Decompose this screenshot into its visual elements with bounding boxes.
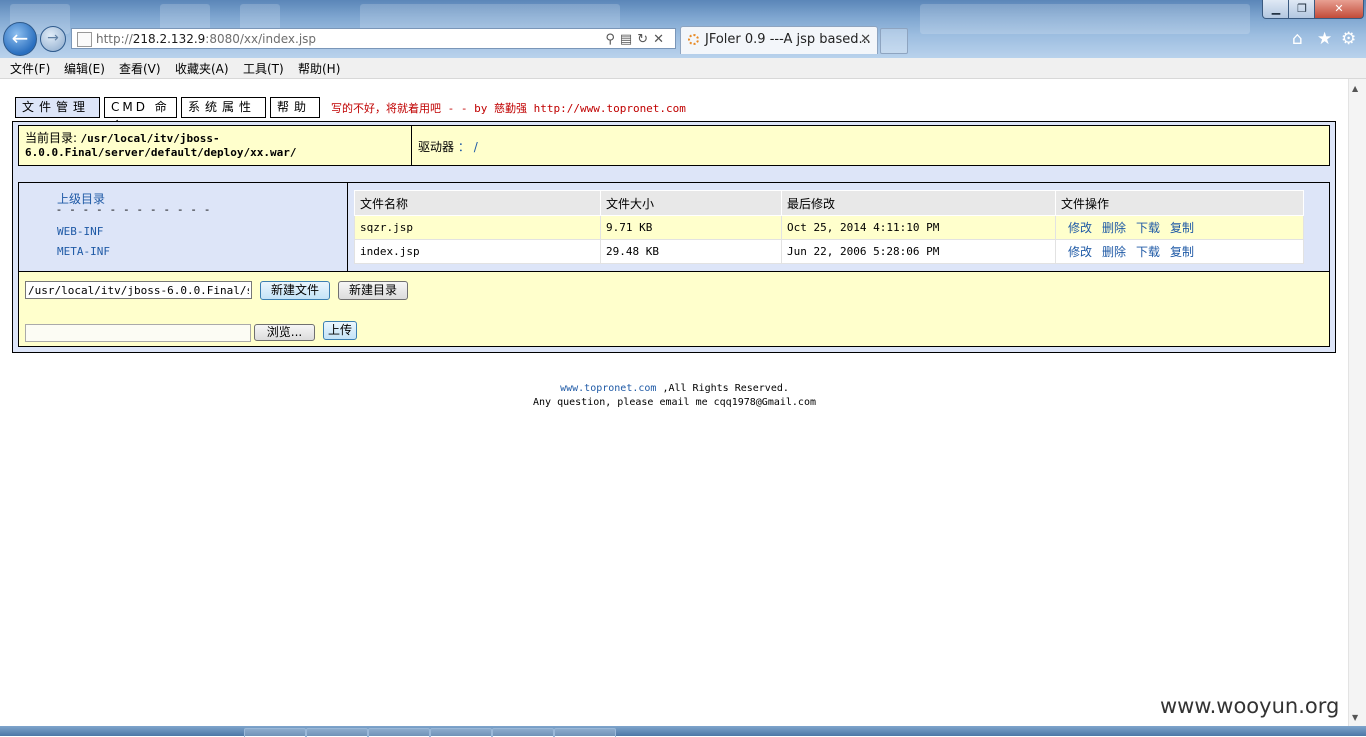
upload-button[interactable]: 上传 [323, 321, 357, 340]
column-header-modified: 最后修改 [781, 190, 1056, 216]
browser-tab-active[interactable]: JFoler 0.9 ---A jsp based... ✕ [680, 26, 878, 54]
url-host: 218.2.132.9 [132, 32, 206, 46]
column-header-size: 文件大小 [600, 190, 782, 216]
dir-link-meta-inf[interactable]: META-INF [57, 245, 110, 258]
actions-panel: 新建文件 新建目录 浏览... 上传 [18, 271, 1330, 347]
back-button[interactable]: ← [3, 22, 37, 56]
scroll-down-icon[interactable]: ▼ [1352, 713, 1358, 722]
tab-system-properties[interactable]: 系统属性 [181, 97, 266, 118]
tab-help[interactable]: 帮助 [270, 97, 320, 118]
directory-browser: 上级目录 - - - - - - - - - - - - WEB-INF MET… [18, 182, 1330, 272]
copy-link[interactable]: 复制 [1170, 221, 1194, 235]
compat-view-icon[interactable]: ▤ [620, 32, 637, 47]
watermark: www.wooyun.org [1160, 694, 1340, 718]
address-controls: ⚲▤↻✕ [605, 29, 669, 50]
browse-button[interactable]: 浏览... [254, 324, 315, 341]
maximize-button[interactable]: ❐ [1288, 0, 1316, 19]
loading-spinner-icon [688, 34, 699, 45]
table-header-row: 文件名称 文件大小 最后修改 文件操作 [354, 190, 1304, 216]
file-name: sqzr.jsp [354, 215, 601, 240]
page-content: 文件管理 CMD 命令 系统属性 帮助 写的不好，将就着用吧 - - by 慈勤… [0, 79, 1349, 726]
close-window-button[interactable]: ✕ [1314, 0, 1364, 19]
page-footer: www.topronet.com ,All Rights Reserved. A… [0, 382, 1349, 410]
back-icon: ← [11, 26, 29, 50]
current-directory: 当前目录: /usr/local/itv/jboss-6.0.0.Final/s… [25, 131, 405, 160]
directory-tree: 上级目录 - - - - - - - - - - - - WEB-INF MET… [19, 183, 348, 271]
author-slogan: 写的不好，将就着用吧 - - by 慈勤强 http://www.toprone… [331, 102, 686, 115]
menu-view[interactable]: 查看(V) [119, 60, 161, 77]
home-icon[interactable]: ⌂ [1292, 29, 1303, 49]
favorites-icon[interactable]: ★ [1317, 29, 1332, 49]
dir-link-web-inf[interactable]: WEB-INF [57, 225, 103, 238]
footer-contact: Any question, please email me cqq1978@Gm… [533, 397, 816, 408]
drive-label: 驱动器 [418, 140, 455, 154]
table-row: index.jsp 29.48 KB Jun 22, 2006 5:28:06 … [354, 239, 1304, 264]
tree-separator: - - - - - - - - - - - - [57, 203, 213, 216]
menu-edit[interactable]: 编辑(E) [64, 60, 105, 77]
new-tab-button[interactable] [880, 28, 908, 54]
address-bar[interactable]: http://218.2.132.9:8080/xx/index.jsp ⚲▤↻… [71, 28, 676, 49]
delete-link[interactable]: 删除 [1102, 245, 1126, 259]
windows-taskbar [0, 726, 1366, 737]
download-link[interactable]: 下载 [1136, 245, 1160, 259]
url-rest: :8080/xx/index.jsp [205, 32, 317, 46]
drive-root-link[interactable]: / [474, 140, 478, 154]
drive-selector: 驱动器 ： / [418, 138, 478, 155]
delete-link[interactable]: 删除 [1102, 221, 1126, 235]
column-header-name: 文件名称 [354, 190, 601, 216]
file-modified: Oct 25, 2014 4:11:10 PM [781, 215, 1056, 240]
download-link[interactable]: 下载 [1136, 221, 1160, 235]
divider [411, 126, 412, 165]
copy-link[interactable]: 复制 [1170, 245, 1194, 259]
new-directory-button[interactable]: 新建目录 [338, 281, 408, 300]
new-file-button[interactable]: 新建文件 [260, 281, 330, 300]
vertical-scrollbar[interactable]: ▲ ▼ [1348, 79, 1366, 727]
address-url[interactable]: http://218.2.132.9:8080/xx/index.jsp [96, 29, 316, 50]
upload-file-input[interactable] [25, 324, 251, 342]
footer-site-link[interactable]: www.topronet.com [560, 383, 656, 394]
tab-title: JFoler 0.9 ---A jsp based... [705, 32, 871, 47]
current-directory-label: 当前目录: [25, 131, 78, 145]
file-operations: 修改 删除 下载 复制 [1055, 239, 1304, 264]
menu-help[interactable]: 帮助(H) [298, 60, 340, 77]
new-path-input[interactable] [25, 281, 252, 299]
footer-copyright: www.topronet.com ,All Rights Reserved. [0, 382, 1349, 396]
page-favicon-icon [77, 32, 92, 47]
refresh-icon[interactable]: ↻ [637, 32, 653, 47]
menu-tools[interactable]: 工具(T) [243, 60, 284, 77]
file-size: 29.48 KB [600, 239, 782, 264]
file-size: 9.71 KB [600, 215, 782, 240]
search-icon[interactable]: ⚲ [605, 32, 620, 47]
footer-rights: ,All Rights Reserved. [662, 383, 789, 394]
tab-file-management[interactable]: 文件管理 [15, 97, 100, 118]
forward-button[interactable]: → [40, 26, 66, 52]
url-prefix: http:// [96, 32, 133, 46]
file-name: index.jsp [354, 239, 601, 264]
column-header-operations: 文件操作 [1055, 190, 1304, 216]
scroll-up-icon[interactable]: ▲ [1352, 84, 1358, 93]
browser-titlebar: ▁ ❐ ✕ ← → http://218.2.132.9:8080/xx/ind… [0, 0, 1366, 58]
minimize-button[interactable]: ▁ [1262, 0, 1290, 19]
file-table: 文件名称 文件大小 最后修改 文件操作 sqzr.jsp 9.71 KB Oct… [354, 190, 1304, 264]
table-row: sqzr.jsp 9.71 KB Oct 25, 2014 4:11:10 PM… [354, 215, 1304, 240]
menu-file[interactable]: 文件(F) [10, 60, 50, 77]
forward-icon: → [47, 30, 59, 46]
file-modified: Jun 22, 2006 5:28:06 PM [781, 239, 1056, 264]
stop-icon[interactable]: ✕ [653, 32, 669, 47]
tab-cmd[interactable]: CMD 命令 [104, 97, 177, 133]
menu-favorites[interactable]: 收藏夹(A) [175, 60, 229, 77]
drive-separator: ： [457, 140, 470, 154]
menu-bar: 文件(F) 编辑(E) 查看(V) 收藏夹(A) 工具(T) 帮助(H) [0, 58, 1366, 79]
tab-close-icon[interactable]: ✕ [860, 27, 871, 53]
file-operations: 修改 删除 下载 复制 [1055, 215, 1304, 240]
edit-link[interactable]: 修改 [1068, 221, 1092, 235]
edit-link[interactable]: 修改 [1068, 245, 1092, 259]
path-panel: 当前目录: /usr/local/itv/jboss-6.0.0.Final/s… [18, 125, 1330, 166]
settings-icon[interactable]: ⚙ [1341, 29, 1356, 49]
desktop-blur-tile [920, 4, 1250, 34]
